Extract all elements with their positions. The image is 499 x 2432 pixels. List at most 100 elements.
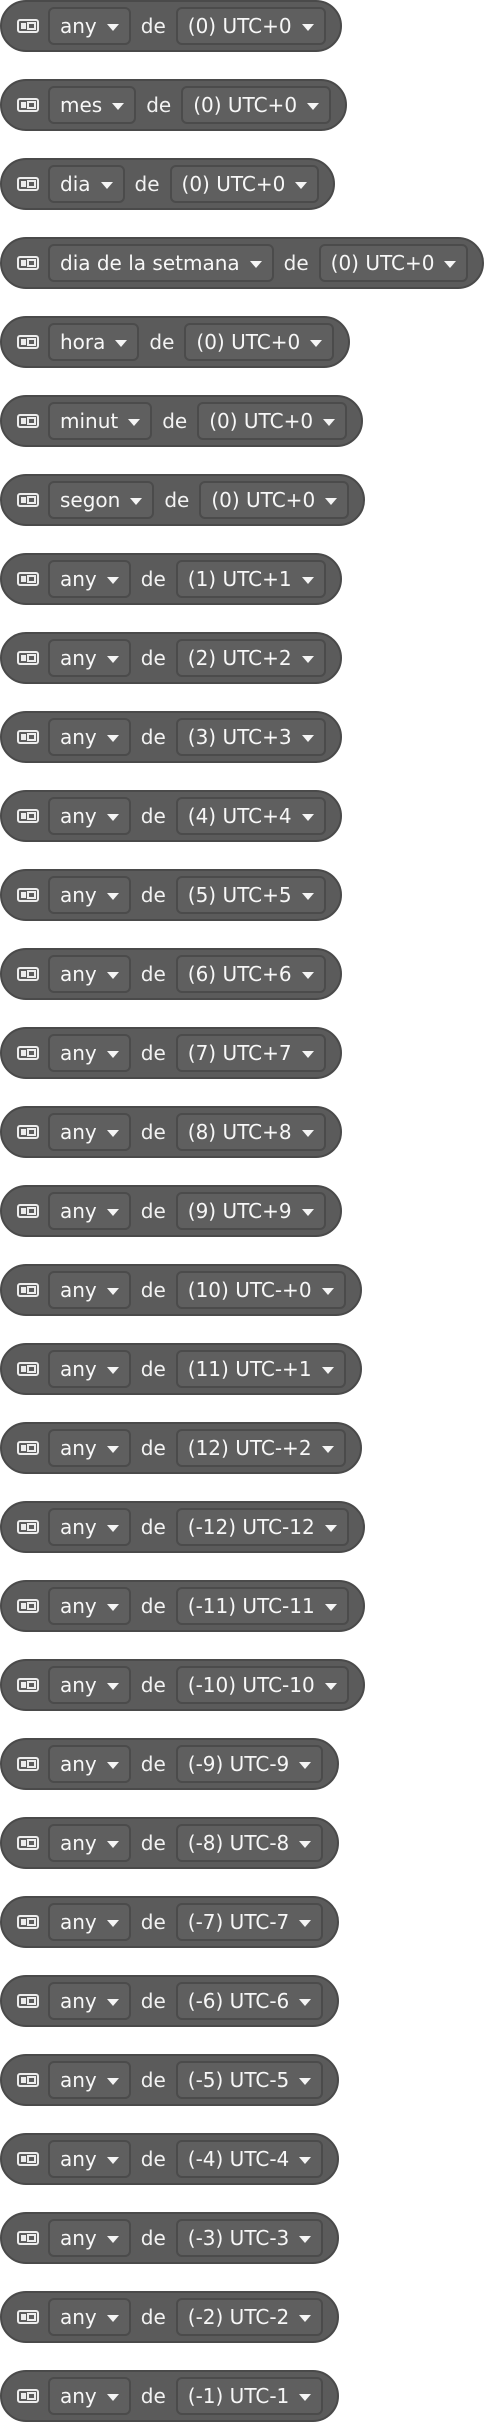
datetime-block[interactable]: any de (7) UTC+7 [0,1027,342,1079]
unit-dropdown[interactable]: any [48,1350,131,1388]
datetime-block[interactable]: minut de (0) UTC+0 [0,395,364,447]
datetime-block[interactable]: any de (-10) UTC-10 [0,1659,365,1711]
datetime-block[interactable]: any de (0) UTC+0 [0,0,342,52]
datetime-block[interactable]: any de (9) UTC+9 [0,1185,342,1237]
datetime-block[interactable]: any de (-9) UTC-9 [0,1738,340,1790]
datetime-block[interactable]: any de (11) UTC-+1 [0,1343,362,1395]
datetime-block[interactable]: any de (-2) UTC-2 [0,2291,340,2343]
timezone-dropdown[interactable]: (0) UTC+0 [318,244,469,282]
chevron-down-icon [106,2393,119,2401]
unit-dropdown[interactable]: any [48,1429,131,1467]
timezone-dropdown[interactable]: (0) UTC+0 [197,402,348,440]
timezone-dropdown[interactable]: (0) UTC+0 [175,7,326,45]
datetime-block[interactable]: mes de (0) UTC+0 [0,79,348,131]
unit-dropdown[interactable]: any [48,1034,131,1072]
datetime-block[interactable]: any de (10) UTC-+0 [0,1264,362,1316]
unit-dropdown[interactable]: any [48,797,131,835]
timezone-dropdown[interactable]: (-10) UTC-10 [175,1666,349,1704]
unit-dropdown[interactable]: any [48,1113,131,1151]
datetime-block[interactable]: any de (8) UTC+8 [0,1106,342,1158]
unit-dropdown[interactable]: dia de la setmana [48,244,274,282]
timezone-dropdown[interactable]: (4) UTC+4 [175,797,326,835]
timezone-dropdown[interactable]: (2) UTC+2 [175,639,326,677]
unit-dropdown[interactable]: any [48,955,131,993]
timezone-dropdown[interactable]: (8) UTC+8 [175,1113,326,1151]
timezone-dropdown[interactable]: (9) UTC+9 [175,1192,326,1230]
datetime-block[interactable]: any de (1) UTC+1 [0,553,342,605]
datetime-block[interactable]: hora de (0) UTC+0 [0,316,351,368]
unit-dropdown[interactable]: any [48,1903,131,1941]
unit-dropdown[interactable]: any [48,7,131,45]
timezone-dropdown[interactable]: (5) UTC+5 [175,876,326,914]
timezone-dropdown[interactable]: (7) UTC+7 [175,1034,326,1072]
timezone-value: (-7) UTC-7 [187,1910,290,1934]
chevron-down-icon [299,2077,312,2085]
unit-dropdown[interactable]: any [48,1192,131,1230]
timezone-dropdown[interactable]: (10) UTC-+0 [175,1271,346,1309]
datetime-block[interactable]: dia de la setmana de (0) UTC+0 [0,237,485,289]
unit-dropdown[interactable]: hora [48,323,140,361]
unit-dropdown[interactable]: any [48,1824,131,1862]
timezone-dropdown[interactable]: (-1) UTC-1 [175,2377,324,2415]
timezone-dropdown[interactable]: (0) UTC+0 [199,481,350,519]
timezone-dropdown[interactable]: (-5) UTC-5 [175,2061,324,2099]
datetime-block[interactable]: any de (-3) UTC-3 [0,2212,340,2264]
unit-dropdown[interactable]: any [48,2140,131,2178]
timezone-dropdown[interactable]: (-3) UTC-3 [175,2219,324,2257]
datetime-block[interactable]: any de (2) UTC+2 [0,632,342,684]
unit-dropdown[interactable]: any [48,2061,131,2099]
connector-text: de [162,409,188,433]
timezone-dropdown[interactable]: (-12) UTC-12 [175,1508,349,1546]
datetime-block[interactable]: any de (-6) UTC-6 [0,1975,340,2027]
timezone-dropdown[interactable]: (-4) UTC-4 [175,2140,324,2178]
unit-dropdown[interactable]: any [48,1982,131,2020]
datetime-block[interactable]: any de (6) UTC+6 [0,948,342,1000]
datetime-block[interactable]: any de (-11) UTC-11 [0,1580,365,1632]
timezone-dropdown[interactable]: (0) UTC+0 [184,323,335,361]
datetime-block[interactable]: any de (-8) UTC-8 [0,1817,340,1869]
timezone-dropdown[interactable]: (-6) UTC-6 [175,1982,324,2020]
unit-dropdown[interactable]: any [48,639,131,677]
unit-dropdown[interactable]: minut [48,402,153,440]
timezone-dropdown[interactable]: (-2) UTC-2 [175,2298,324,2336]
timezone-dropdown[interactable]: (-7) UTC-7 [175,1903,324,1941]
timezone-dropdown[interactable]: (0) UTC+0 [181,86,332,124]
unit-dropdown[interactable]: dia [48,165,125,203]
datetime-block[interactable]: any de (-5) UTC-5 [0,2054,340,2106]
unit-dropdown[interactable]: any [48,2298,131,2336]
chevron-down-icon [324,1524,337,1532]
datetime-block[interactable]: any de (-4) UTC-4 [0,2133,340,2185]
timezone-dropdown[interactable]: (3) UTC+3 [175,718,326,756]
timezone-dropdown[interactable]: (-11) UTC-11 [175,1587,349,1625]
timezone-dropdown[interactable]: (6) UTC+6 [175,955,326,993]
unit-dropdown[interactable]: any [48,1508,131,1546]
unit-dropdown[interactable]: any [48,1745,131,1783]
timezone-dropdown[interactable]: (11) UTC-+1 [175,1350,346,1388]
connector-text: de [140,2226,166,2250]
datetime-block[interactable]: any de (-12) UTC-12 [0,1501,365,1553]
chevron-down-icon [299,2156,312,2164]
datetime-block[interactable]: segon de (0) UTC+0 [0,474,366,526]
datetime-block[interactable]: any de (5) UTC+5 [0,869,342,921]
datetime-block[interactable]: any de (12) UTC-+2 [0,1422,362,1474]
unit-dropdown[interactable]: any [48,718,131,756]
unit-dropdown[interactable]: any [48,876,131,914]
unit-dropdown[interactable]: any [48,1271,131,1309]
unit-dropdown[interactable]: any [48,1666,131,1704]
timezone-dropdown[interactable]: (-9) UTC-9 [175,1745,324,1783]
unit-dropdown[interactable]: any [48,2377,131,2415]
datetime-block[interactable]: any de (4) UTC+4 [0,790,342,842]
timezone-dropdown[interactable]: (1) UTC+1 [175,560,326,598]
datetime-block[interactable]: dia de (0) UTC+0 [0,158,336,210]
timezone-dropdown[interactable]: (0) UTC+0 [169,165,320,203]
unit-dropdown[interactable]: any [48,560,131,598]
unit-dropdown[interactable]: mes [48,86,137,124]
datetime-block[interactable]: any de (-7) UTC-7 [0,1896,340,1948]
unit-dropdown[interactable]: segon [48,481,155,519]
datetime-block[interactable]: any de (-1) UTC-1 [0,2370,340,2422]
datetime-block[interactable]: any de (3) UTC+3 [0,711,342,763]
timezone-dropdown[interactable]: (-8) UTC-8 [175,1824,324,1862]
timezone-dropdown[interactable]: (12) UTC-+2 [175,1429,346,1467]
unit-dropdown[interactable]: any [48,1587,131,1625]
unit-dropdown[interactable]: any [48,2219,131,2257]
